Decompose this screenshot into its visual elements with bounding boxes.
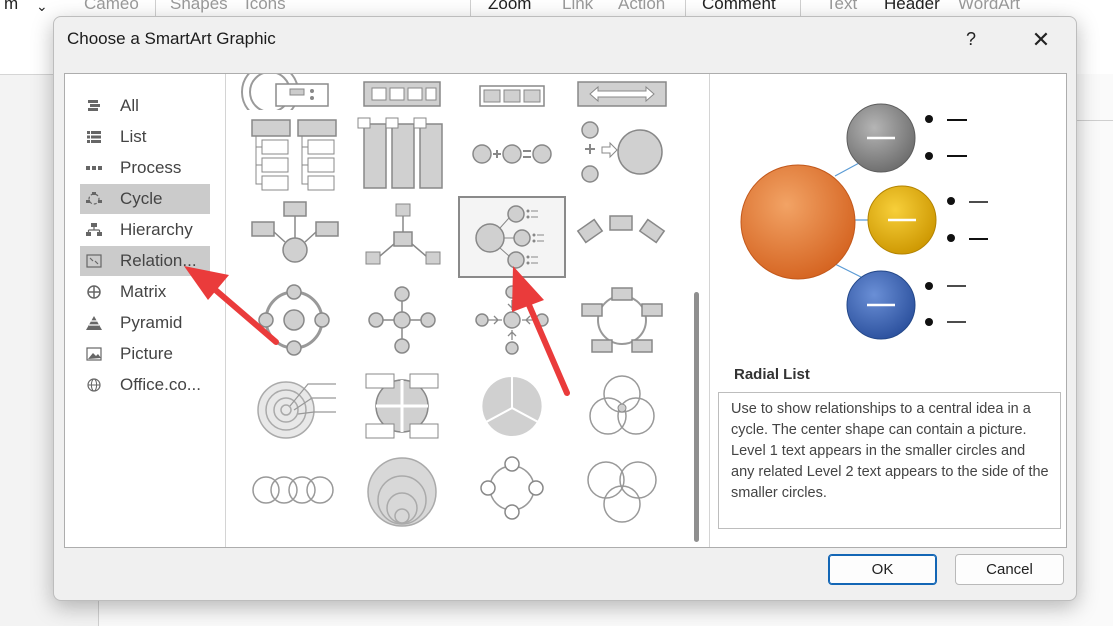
smartart-dialog: Choose a SmartArt Graphic ? ✕ All List P… <box>53 16 1077 601</box>
category-label: Picture <box>120 344 173 363</box>
picture-icon <box>86 347 102 361</box>
layout-thumbnail[interactable] <box>350 74 454 110</box>
layout-thumbnail[interactable] <box>240 282 344 360</box>
layout-thumbnail[interactable] <box>570 198 674 276</box>
category-label: All <box>120 96 139 115</box>
smartart-panel: All List Process Cycle Hierarchy Relatio… <box>64 73 1067 548</box>
category-label: Process <box>120 158 182 177</box>
category-list: All List Process Cycle Hierarchy Relatio… <box>65 74 226 547</box>
category-label: Pyramid <box>120 313 183 332</box>
category-hierarchy[interactable]: Hierarchy <box>80 215 210 245</box>
preview-title: Radial List <box>734 366 810 383</box>
layout-thumbnail[interactable] <box>460 282 564 360</box>
category-list-item[interactable]: List <box>80 122 210 152</box>
cycle-icon <box>86 192 102 205</box>
layout-thumbnail[interactable] <box>350 282 454 360</box>
category-picture[interactable]: Picture <box>80 339 210 369</box>
layout-thumbnail[interactable] <box>570 74 674 110</box>
category-label: Relation... <box>120 251 197 270</box>
chevron-down-icon[interactable]: ⌄ <box>36 0 48 15</box>
category-label: Office.co... <box>120 375 201 394</box>
ok-button[interactable]: OK <box>828 554 937 585</box>
ribbon-item-comment[interactable]: Comment <box>702 0 776 14</box>
category-process[interactable]: Process <box>80 153 210 183</box>
layout-thumbnail[interactable] <box>240 74 344 110</box>
ribbon-left-text: m <box>4 0 19 13</box>
scrollbar-thumb[interactable] <box>694 292 699 542</box>
process-icon <box>86 166 102 170</box>
layout-thumbnail[interactable] <box>570 282 674 360</box>
layout-thumbnail[interactable] <box>350 114 454 192</box>
layout-thumbnail[interactable] <box>570 366 674 444</box>
layout-thumbnail[interactable] <box>460 366 564 444</box>
ribbon-item-shapes[interactable]: Shapes <box>170 0 228 14</box>
layout-thumbnail[interactable] <box>240 450 344 528</box>
category-matrix[interactable]: Matrix <box>80 277 210 307</box>
ribbon-item-action[interactable]: Action <box>618 0 665 14</box>
layout-thumbnail[interactable] <box>570 450 674 528</box>
dialog-title: Choose a SmartArt Graphic <box>67 29 276 48</box>
layout-thumbnail[interactable] <box>350 450 454 528</box>
ribbon-item-zoom[interactable]: Zoom <box>488 0 531 14</box>
layout-thumbnail[interactable] <box>460 114 564 192</box>
layout-thumbnail-radial-list-selected[interactable] <box>458 196 566 278</box>
layout-thumbnail[interactable] <box>240 198 344 276</box>
all-icon <box>88 100 100 111</box>
category-pyramid[interactable]: Pyramid <box>80 308 210 338</box>
category-label: Cycle <box>120 189 163 208</box>
preview-description: Use to show relationships to a central i… <box>718 392 1061 529</box>
layout-thumbnail[interactable] <box>460 74 564 110</box>
preview-pane: Radial List Use to show relationships to… <box>715 74 1066 547</box>
category-cycle[interactable]: Cycle <box>80 184 210 214</box>
ribbon-item-cameo[interactable]: Cameo <box>84 0 139 14</box>
ribbon-item-icons[interactable]: Icons <box>245 0 286 14</box>
close-button[interactable]: ✕ <box>1027 26 1055 54</box>
gallery-scrollbar[interactable] <box>685 74 710 547</box>
ribbon-item-header[interactable]: Header <box>884 0 940 14</box>
category-label: Hierarchy <box>120 220 193 239</box>
category-all[interactable]: All <box>80 91 210 121</box>
pyramid-icon <box>86 316 102 330</box>
category-label: List <box>120 127 147 146</box>
layout-thumbnail[interactable] <box>570 114 674 192</box>
matrix-icon <box>87 285 101 299</box>
layout-thumbnail[interactable] <box>350 366 454 444</box>
category-relationship[interactable]: Relation... <box>80 246 210 276</box>
layout-gallery <box>226 74 684 547</box>
ribbon-item-wordart[interactable]: WordArt <box>958 0 1020 14</box>
list-icon <box>87 131 101 143</box>
ribbon-item-link[interactable]: Link <box>562 0 593 14</box>
globe-icon <box>87 378 101 392</box>
layout-thumbnail[interactable] <box>350 198 454 276</box>
category-office-online[interactable]: Office.co... <box>80 370 210 400</box>
relationship-icon <box>86 254 102 268</box>
radial-list-preview-image <box>740 103 988 340</box>
cancel-button[interactable]: Cancel <box>955 554 1064 585</box>
layout-thumbnail[interactable] <box>240 366 344 444</box>
hierarchy-icon <box>86 223 102 236</box>
layout-thumbnail[interactable] <box>460 450 564 528</box>
category-label: Matrix <box>120 282 167 301</box>
help-button[interactable]: ? <box>959 26 983 52</box>
layout-thumbnail[interactable] <box>240 114 344 192</box>
ribbon-item-text[interactable]: Text <box>826 0 857 14</box>
